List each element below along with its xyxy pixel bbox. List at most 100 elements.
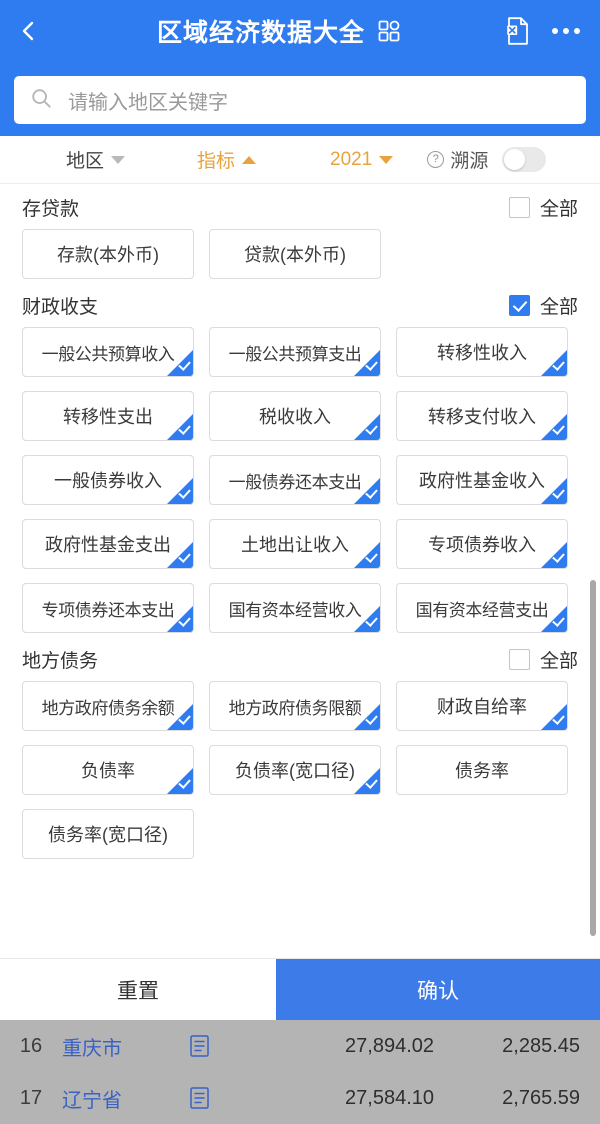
nav-bar: 区域经济数据大全 bbox=[0, 0, 600, 62]
more-dots-icon[interactable] bbox=[552, 28, 580, 34]
indicator-chip-label: 国有资本经营收入 bbox=[228, 600, 362, 620]
back-button[interactable] bbox=[0, 0, 58, 62]
section-header: 地方债务 全部 bbox=[22, 637, 578, 681]
indicator-chip[interactable]: 地方政府债务限额 bbox=[209, 681, 381, 731]
document-icon[interactable] bbox=[190, 1035, 256, 1057]
indicator-chip-label: 一般债券收入 bbox=[54, 471, 162, 491]
indicator-chip-label: 转移性支出 bbox=[63, 407, 153, 427]
document-icon[interactable] bbox=[190, 1087, 256, 1109]
indicator-chip[interactable]: 土地出让收入 bbox=[209, 519, 381, 569]
indicator-chip[interactable]: 转移支付收入 bbox=[396, 391, 568, 441]
chip-group: 一般公共预算收入 一般公共预算支出 转移性收入转移性支出 税收收入 转移支付收入一般债券… bbox=[22, 327, 578, 633]
indicator-chip[interactable]: 财政自给率 bbox=[396, 681, 568, 731]
chevron-down-icon bbox=[111, 155, 126, 164]
reset-button[interactable]: 重置 bbox=[0, 959, 276, 1021]
search-placeholder: 请输入地区关键字 bbox=[68, 91, 228, 114]
indicator-chip[interactable]: 专项债券还本支出 bbox=[22, 583, 194, 633]
checkbox-icon[interactable] bbox=[508, 294, 530, 316]
section-title: 地方债务 bbox=[22, 650, 99, 672]
indicator-chip[interactable]: 国有资本经营支出 bbox=[396, 583, 568, 633]
indicator-chip[interactable]: 一般债券收入 bbox=[22, 455, 194, 505]
indicator-chip-label: 财政自给率 bbox=[437, 697, 527, 717]
row-index: 16 bbox=[19, 1034, 43, 1057]
confirm-button[interactable]: 确认 bbox=[276, 959, 600, 1021]
indicator-chip[interactable]: 一般债券还本支出 bbox=[209, 455, 381, 505]
section-select-all[interactable]: 全部 bbox=[508, 292, 578, 319]
row-value-1: 27,584.10 bbox=[345, 1086, 434, 1109]
indicator-chip[interactable]: 贷款(本外币) bbox=[209, 229, 381, 279]
indicator-chip[interactable]: 税收收入 bbox=[209, 391, 381, 441]
dot-3 bbox=[574, 28, 580, 34]
section-select-all[interactable]: 全部 bbox=[508, 646, 578, 673]
indicator-chip[interactable]: 存款(本外币) bbox=[22, 229, 194, 279]
section-title: 存贷款 bbox=[22, 198, 80, 220]
section-header: 财政收支 全部 bbox=[22, 283, 578, 327]
filter-region-label: 地区 bbox=[66, 151, 105, 172]
indicator-chip-label: 转移性收入 bbox=[437, 343, 527, 363]
indicator-chip-label: 一般公共预算收入 bbox=[41, 344, 175, 364]
indicator-panel[interactable]: 存贷款 全部 存款(本外币) 贷款(本外币) 财政收支 全部 一般公共预算收入 一般公共预算支… bbox=[0, 185, 600, 948]
row-region-name[interactable]: 辽宁省 bbox=[62, 1084, 190, 1113]
row-index: 17 bbox=[19, 1086, 43, 1109]
checkbox-icon[interactable] bbox=[508, 648, 530, 670]
indicator-chip[interactable]: 专项债券收入 bbox=[396, 519, 568, 569]
table-row[interactable]: 17 辽宁省 27,584.10 2,765.59 bbox=[0, 1072, 600, 1124]
chevron-left-icon bbox=[17, 19, 41, 43]
indicator-chip-label: 债务率 bbox=[455, 761, 509, 781]
select-all-label: 全部 bbox=[539, 650, 578, 672]
indicator-chip[interactable]: 转移性支出 bbox=[22, 391, 194, 441]
trace-switch[interactable] bbox=[502, 147, 547, 172]
indicator-chip-label: 转移支付收入 bbox=[428, 407, 536, 427]
indicator-chip[interactable]: 政府性基金支出 bbox=[22, 519, 194, 569]
indicator-chip-label: 地方政府债务余额 bbox=[41, 698, 175, 718]
search-icon bbox=[30, 87, 52, 114]
indicator-chip[interactable]: 一般公共预算支出 bbox=[209, 327, 381, 377]
indicator-chip-label: 专项债券还本支出 bbox=[41, 600, 175, 620]
indicator-chip-label: 存款(本外币) bbox=[57, 245, 159, 265]
panel-scrollbar[interactable] bbox=[590, 580, 596, 936]
checkbox-icon[interactable] bbox=[508, 196, 530, 218]
indicator-chip[interactable]: 转移性收入 bbox=[396, 327, 568, 377]
table-row[interactable]: 16 重庆市 27,894.02 2,285.45 bbox=[0, 1020, 600, 1072]
indicator-chip-label: 一般债券还本支出 bbox=[228, 472, 362, 492]
indicator-chip-label: 贷款(本外币) bbox=[244, 245, 346, 265]
indicator-chip[interactable]: 负债率(宽口径) bbox=[209, 745, 381, 795]
indicator-chip[interactable]: 政府性基金收入 bbox=[396, 455, 568, 505]
indicator-chip[interactable]: 负债率 bbox=[22, 745, 194, 795]
section-title: 财政收支 bbox=[22, 296, 99, 318]
section-select-all[interactable]: 全部 bbox=[508, 194, 578, 221]
filter-region[interactable]: 地区 bbox=[66, 146, 126, 173]
indicator-chip[interactable]: 地方政府债务余额 bbox=[22, 681, 194, 731]
row-region-name[interactable]: 重庆市 bbox=[62, 1032, 190, 1061]
app-root: 区域经济数据大全 请输入地区关键字 地区 指标 2021 ? 溯源 存贷款 全部… bbox=[0, 0, 600, 1124]
indicator-chip[interactable]: 债务率(宽口径) bbox=[22, 809, 194, 859]
search-input[interactable]: 请输入地区关键字 bbox=[14, 76, 586, 124]
nav-title-group: 区域经济数据大全 bbox=[52, 13, 506, 49]
question-mark-icon[interactable]: ? bbox=[427, 151, 445, 168]
grid-apps-icon[interactable] bbox=[377, 19, 401, 43]
indicator-chip-label: 专项债券收入 bbox=[428, 535, 536, 555]
indicator-chip-label: 负债率(宽口径) bbox=[235, 761, 355, 781]
indicator-chip-label: 一般公共预算支出 bbox=[228, 344, 362, 364]
chip-group: 地方政府债务余额 地方政府债务限额 财政自给率负债率 负债率(宽口径) 债务率债务率(宽… bbox=[22, 681, 578, 859]
indicator-chip-label: 债务率(宽口径) bbox=[48, 825, 168, 845]
row-value-2: 2,765.59 bbox=[502, 1086, 580, 1109]
section-header: 存贷款 全部 bbox=[22, 185, 578, 229]
filter-indicator-label: 指标 bbox=[197, 151, 236, 172]
nav-actions bbox=[506, 17, 600, 45]
filter-year[interactable]: 2021 bbox=[330, 149, 394, 171]
indicator-chip[interactable]: 债务率 bbox=[396, 745, 568, 795]
indicator-chip[interactable]: 国有资本经营收入 bbox=[209, 583, 381, 633]
filter-indicator[interactable]: 指标 bbox=[197, 146, 257, 173]
indicator-chip-label: 政府性基金支出 bbox=[45, 535, 171, 555]
indicator-chip[interactable]: 一般公共预算收入 bbox=[22, 327, 194, 377]
indicator-chip-label: 国有资本经营支出 bbox=[415, 600, 549, 620]
app-header: 区域经济数据大全 请输入地区关键字 bbox=[0, 0, 600, 136]
chevron-up-icon bbox=[242, 155, 257, 164]
trace-toggle-group[interactable]: ? 溯源 bbox=[427, 146, 547, 173]
chevron-down-icon bbox=[379, 155, 394, 164]
indicator-chip-label: 税收收入 bbox=[259, 407, 331, 427]
excel-file-icon[interactable] bbox=[506, 17, 530, 45]
dot-2 bbox=[563, 28, 569, 34]
indicator-chip-label: 负债率 bbox=[81, 761, 135, 781]
